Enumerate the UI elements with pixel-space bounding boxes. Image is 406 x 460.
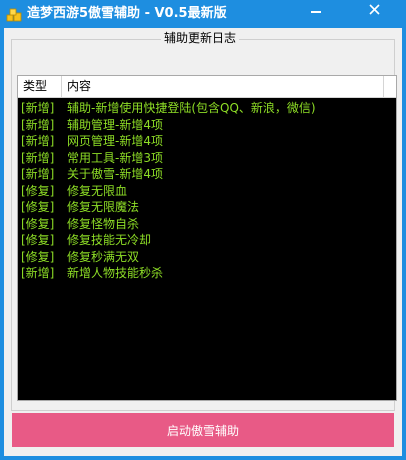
item-type: [修复] (21, 216, 55, 231)
list-item[interactable]: [新增] 常用工具-新增3项 (21, 150, 316, 167)
list-item[interactable]: [新增] 网页管理-新增4项 (21, 133, 316, 150)
item-content: 修复技能无冷却 (67, 233, 152, 247)
item-type: [新增] (21, 101, 55, 115)
list-item[interactable]: [修复] 修复无限血 (21, 183, 316, 200)
list-item[interactable]: [新增] 辅助-新增使用快捷登陆(包含QQ、新浪，微信) (21, 100, 316, 117)
item-type: [新增] (21, 266, 55, 280)
update-log-list[interactable]: 类型 内容 [新增] 辅助-新增使用快捷登陆(包含QQ、新浪，微信) [新增] 辅助… (17, 75, 397, 401)
list-item[interactable]: [修复] 修复秒满无双 (21, 249, 316, 266)
list-item[interactable]: [新增] 关于傲雪-新增4项 (21, 166, 316, 183)
minimize-button[interactable] (302, 0, 330, 20)
column-header-content[interactable]: 内容 (62, 76, 384, 97)
list-item[interactable]: [新增] 辅助管理-新增4项 (21, 117, 316, 134)
item-type: [新增] (21, 150, 55, 165)
list-item[interactable]: [修复] 修复无限魔法 (21, 199, 316, 216)
item-content: 常用工具-新增3项 (67, 150, 163, 165)
list-header: 类型 内容 (18, 76, 396, 98)
item-content: 新增人物技能秒杀 (67, 266, 164, 280)
item-type: [修复] (21, 183, 55, 198)
list-rows: [新增] 辅助-新增使用快捷登陆(包含QQ、新浪，微信) [新增] 辅助管理-新增4… (21, 100, 316, 282)
close-icon (369, 4, 380, 15)
item-type: [新增] (21, 117, 55, 132)
list-item[interactable]: [修复] 修复技能无冷却 (21, 232, 316, 249)
item-type: [修复] (21, 249, 55, 264)
list-item[interactable]: [修复] 修复怪物自杀 (21, 216, 316, 233)
minimize-icon (311, 11, 321, 13)
item-type: [修复] (21, 200, 55, 214)
item-content: 辅助-新增使用快捷登陆(包含QQ、新浪，微信) (67, 101, 316, 115)
column-header-type[interactable]: 类型 (18, 76, 62, 97)
item-content: 关于傲雪-新增4项 (67, 167, 163, 181)
item-type: [修复] (21, 233, 55, 247)
item-content: 修复无限血 (67, 183, 128, 198)
client-area: 辅助更新日志 类型 内容 [新增] 辅助-新增使用快捷登陆(包含QQ、新浪，微信)… (4, 28, 402, 456)
list-item[interactable]: [新增] 新增人物技能秒杀 (21, 265, 316, 282)
item-content: 修复怪物自杀 (67, 216, 140, 231)
close-button[interactable] (352, 0, 398, 20)
gold-coins-icon (6, 7, 22, 22)
group-title: 辅助更新日志 (161, 31, 240, 45)
item-type: [新增] (21, 167, 55, 181)
item-content: 辅助管理-新增4项 (67, 117, 163, 132)
item-content: 修复无限魔法 (67, 200, 140, 214)
item-type: [新增] (21, 134, 55, 148)
item-content: 网页管理-新增4项 (67, 134, 163, 148)
app-window: 造梦西游5傲雪辅助 - V0.5最新版 辅助更新日志 类型 内容 [新增] 辅助-… (0, 0, 406, 460)
item-content: 修复秒满无双 (67, 249, 140, 264)
start-assistant-button[interactable]: 启动傲雪辅助 (12, 413, 394, 447)
window-title: 造梦西游5傲雪辅助 - V0.5最新版 (27, 6, 227, 21)
title-bar[interactable]: 造梦西游5傲雪辅助 - V0.5最新版 (0, 0, 406, 28)
